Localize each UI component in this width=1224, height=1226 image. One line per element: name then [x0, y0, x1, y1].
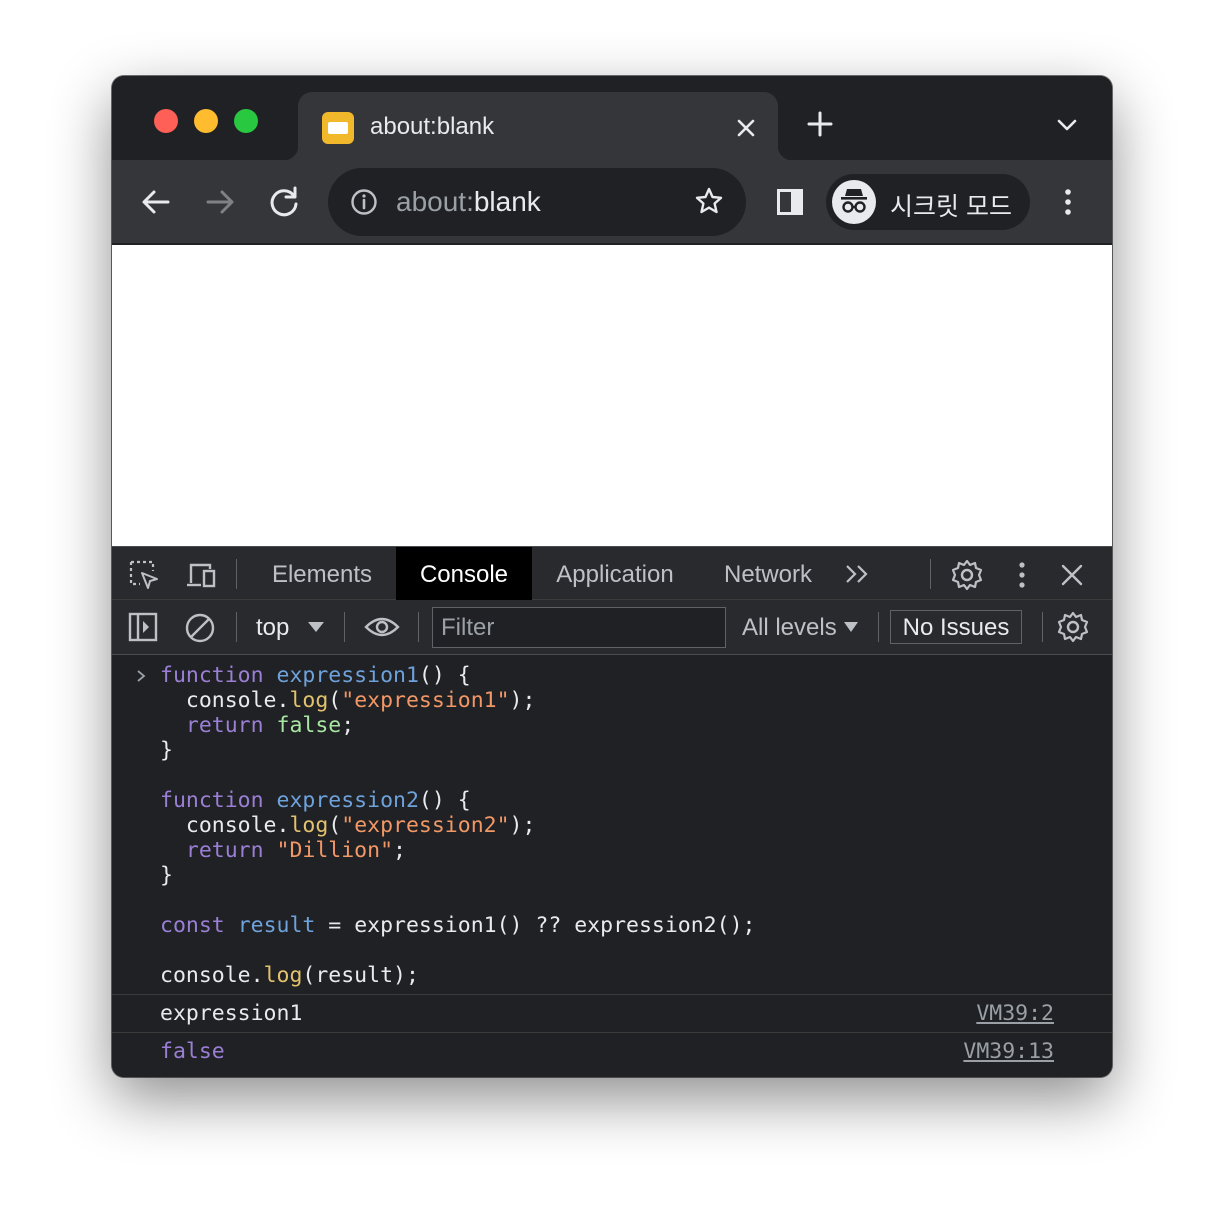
new-tab-plus-icon[interactable]	[806, 110, 834, 138]
filter-input[interactable]	[432, 607, 726, 648]
devtools-panel: Elements Console Application Network top…	[112, 546, 1112, 1077]
device-toolbar-icon[interactable]	[184, 559, 218, 591]
levels-dropdown-icon[interactable]	[844, 622, 858, 632]
issues-button[interactable]: No Issues	[890, 610, 1022, 644]
separator	[418, 612, 419, 642]
incognito-icon	[832, 180, 876, 224]
minimize-window-button[interactable]	[194, 109, 218, 133]
tab-network[interactable]: Network	[708, 547, 828, 600]
source-link[interactable]: VM39:2	[976, 1001, 1054, 1026]
separator	[930, 559, 931, 589]
tab-elements[interactable]: Elements	[254, 547, 390, 600]
info-icon[interactable]	[350, 188, 378, 216]
side-panel-icon[interactable]	[776, 188, 804, 216]
source-link[interactable]: VM39:13	[963, 1039, 1054, 1064]
separator	[344, 612, 345, 642]
url-text: about:blank	[396, 186, 541, 217]
message-text: false	[160, 1039, 225, 1064]
zoom-window-button[interactable]	[234, 109, 258, 133]
code-input: function expression1() { console.log("ex…	[160, 663, 756, 988]
devtools-tab-bar: Elements Console Application Network	[112, 546, 1112, 600]
context-dropdown-icon[interactable]	[308, 622, 324, 632]
log-levels-select[interactable]: All levels	[742, 614, 837, 642]
reload-icon[interactable]	[266, 184, 302, 220]
context-selector[interactable]: top	[256, 614, 289, 642]
devtools-menu-icon[interactable]	[1014, 560, 1030, 590]
separator	[236, 559, 237, 589]
console-message: false VM39:13	[112, 1032, 1112, 1070]
settings-gear-icon[interactable]	[950, 558, 984, 592]
chevron-down-icon[interactable]	[1056, 114, 1078, 136]
console-toolbar: top All levels No Issues	[112, 600, 1112, 655]
close-icon[interactable]	[734, 116, 758, 140]
tab-strip: about:blank	[112, 76, 1112, 160]
inspect-element-icon[interactable]	[128, 559, 160, 591]
tab-application[interactable]: Application	[538, 547, 692, 600]
live-expression-eye-icon[interactable]	[364, 615, 400, 639]
console-settings-gear-icon[interactable]	[1056, 610, 1090, 644]
message-text: expression1	[160, 1001, 303, 1026]
separator	[878, 612, 879, 642]
favicon-icon	[322, 112, 354, 144]
browser-window: about:blank about:blank 시크릿 모드 Elements …	[112, 76, 1112, 1077]
chevron-right-icon	[137, 670, 146, 682]
back-arrow-icon[interactable]	[138, 184, 174, 220]
separator	[1042, 612, 1043, 642]
incognito-label: 시크릿 모드	[890, 193, 1012, 221]
console-output[interactable]: function expression1() { console.log("ex…	[112, 655, 1112, 1077]
forward-arrow-icon[interactable]	[202, 184, 238, 220]
bookmark-star-icon[interactable]	[694, 186, 724, 216]
address-bar[interactable]: about:blank	[328, 168, 746, 236]
close-devtools-icon[interactable]	[1060, 563, 1084, 587]
clear-console-icon[interactable]	[184, 612, 216, 644]
more-menu-icon[interactable]	[1058, 186, 1078, 218]
console-message: expression1 VM39:2	[112, 994, 1112, 1032]
more-tabs-icon[interactable]	[844, 563, 872, 585]
close-window-button[interactable]	[154, 109, 178, 133]
incognito-profile-button[interactable]: 시크릿 모드	[826, 174, 1030, 230]
separator	[236, 612, 237, 642]
tab-title: about:blank	[370, 113, 495, 140]
page-viewport[interactable]	[112, 245, 1112, 546]
tab-console[interactable]: Console	[396, 547, 532, 600]
browser-toolbar: about:blank 시크릿 모드	[112, 160, 1112, 244]
tab-about-blank[interactable]: about:blank	[284, 92, 792, 160]
sidebar-toggle-icon[interactable]	[128, 612, 158, 642]
